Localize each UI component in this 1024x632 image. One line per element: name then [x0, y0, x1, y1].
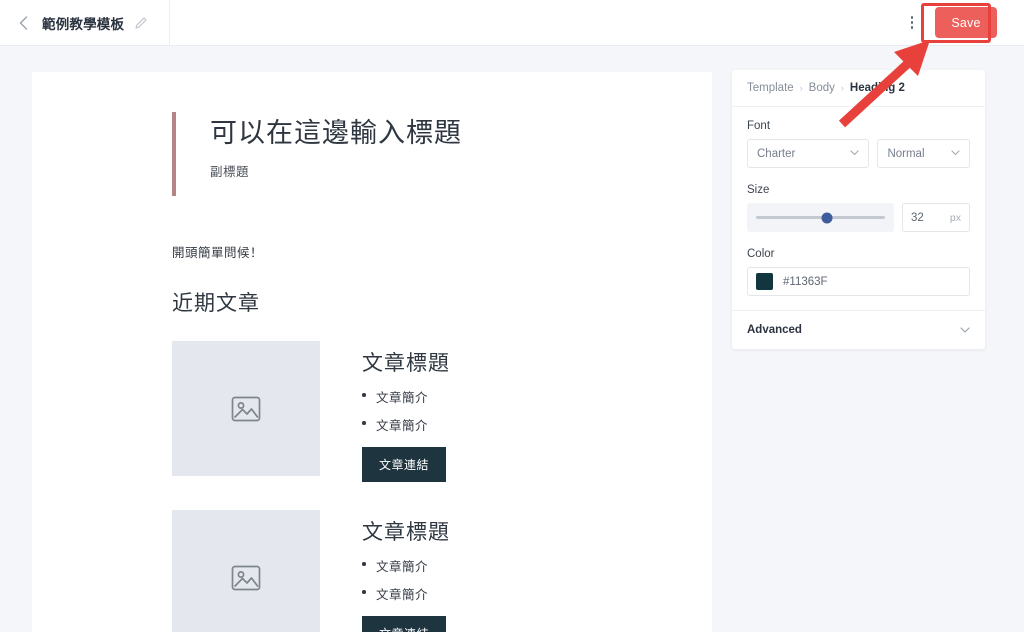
- article-body: 文章標題 文章簡介 文章簡介 文章連結: [320, 510, 450, 632]
- size-value: 32: [911, 211, 924, 224]
- list-item[interactable]: 文章標題 文章簡介 文章簡介 文章連結: [172, 341, 654, 482]
- hero-block[interactable]: 可以在這邊輸入標題 副標題: [172, 112, 654, 196]
- chevron-right-icon: ›: [840, 83, 844, 93]
- font-family-value: Charter: [757, 147, 796, 160]
- size-unit: px: [949, 211, 961, 224]
- hero-title[interactable]: 可以在這邊輸入標題: [210, 116, 654, 151]
- color-input[interactable]: #11363F: [747, 267, 970, 296]
- panel-body: Font Charter Normal Size 32 px Color #11…: [732, 107, 985, 296]
- article-list: 文章標題 文章簡介 文章簡介 文章連結 文章標題 文章簡介 文章簡介: [172, 341, 654, 632]
- list-item[interactable]: 文章簡介: [362, 584, 450, 603]
- article-title[interactable]: 文章標題: [362, 516, 450, 546]
- chevron-down-icon: [960, 326, 970, 335]
- advanced-label: Advanced: [747, 324, 802, 336]
- slider-thumb[interactable]: [821, 212, 833, 223]
- font-weight-value: Normal: [887, 147, 925, 160]
- image-placeholder-icon: [231, 396, 261, 421]
- article-thumbnail[interactable]: [172, 510, 320, 632]
- color-label: Color: [747, 248, 775, 260]
- properties-panel: Template › Body › Heading 2 Font Charter…: [732, 70, 985, 349]
- breadcrumb-item-body[interactable]: Body: [809, 82, 835, 94]
- article-thumbnail[interactable]: [172, 341, 320, 476]
- breadcrumb: Template › Body › Heading 2: [732, 70, 985, 107]
- breadcrumb-item-template[interactable]: Template: [747, 82, 794, 94]
- pencil-icon[interactable]: [133, 15, 149, 31]
- kebab-menu-icon[interactable]: [901, 10, 923, 36]
- document-canvas[interactable]: 可以在這邊輸入標題 副標題 開頭簡單問候！ 近期文章 文章標題 文章簡介 文章簡…: [32, 72, 712, 632]
- chevron-down-icon: [850, 149, 860, 158]
- image-placeholder-icon: [231, 565, 261, 590]
- font-weight-select[interactable]: Normal: [877, 139, 970, 168]
- article-link-button[interactable]: 文章連結: [362, 447, 447, 482]
- color-hex-value: #11363F: [783, 275, 828, 288]
- toolbar-divider: [169, 0, 171, 46]
- chevron-down-icon: [951, 149, 960, 158]
- article-body: 文章標題 文章簡介 文章簡介 文章連結: [320, 341, 450, 482]
- greeting-text[interactable]: 開頭簡單問候！: [172, 242, 654, 261]
- font-row: Charter Normal: [747, 139, 970, 168]
- chevron-right-icon: ›: [799, 83, 803, 93]
- breadcrumb-item-current: Heading 2: [849, 82, 905, 94]
- slider-track: [756, 212, 885, 223]
- page-title: 範例教學模板: [42, 16, 125, 32]
- font-family-select[interactable]: Charter: [747, 139, 870, 168]
- chevron-left-icon[interactable]: [14, 14, 32, 32]
- document-content: 可以在這邊輸入標題 副標題 開頭簡單問候！ 近期文章 文章標題 文章簡介 文章簡…: [32, 72, 712, 632]
- toolbar-left-group: 範例教學模板: [0, 0, 163, 46]
- hero-subtitle[interactable]: 副標題: [210, 161, 654, 180]
- size-row: 32 px: [747, 203, 970, 232]
- article-link-button[interactable]: 文章連結: [362, 616, 447, 632]
- list-item[interactable]: 文章簡介: [362, 556, 450, 575]
- size-label: Size: [747, 184, 770, 196]
- article-title[interactable]: 文章標題: [362, 347, 450, 377]
- list-item[interactable]: 文章簡介: [362, 387, 450, 406]
- color-swatch[interactable]: [756, 273, 773, 290]
- section-title[interactable]: 近期文章: [172, 287, 654, 317]
- article-bullets: 文章簡介 文章簡介: [362, 556, 450, 603]
- advanced-section-toggle[interactable]: Advanced: [732, 311, 985, 349]
- size-input[interactable]: 32 px: [902, 203, 970, 232]
- list-item[interactable]: 文章簡介: [362, 415, 450, 434]
- top-toolbar: 範例教學模板 Save: [0, 0, 1024, 46]
- save-button[interactable]: Save: [935, 7, 997, 38]
- font-label: Font: [747, 120, 771, 132]
- list-item[interactable]: 文章標題 文章簡介 文章簡介 文章連結: [172, 510, 654, 632]
- size-slider[interactable]: [747, 203, 894, 232]
- article-bullets: 文章簡介 文章簡介: [362, 387, 450, 434]
